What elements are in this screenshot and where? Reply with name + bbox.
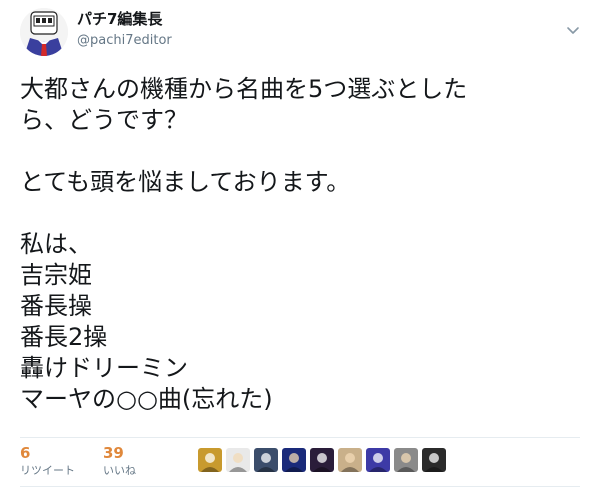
- liker-avatar-7-icon: [366, 448, 390, 472]
- author-avatar[interactable]: [20, 8, 68, 56]
- retweet-count-number: 6: [20, 444, 31, 462]
- liker-avatar[interactable]: [338, 448, 362, 472]
- tweet-text: 大都さんの機種から名曲を5つ選ぶとした ら、どうです？ とても頭を悩ましておりま…: [20, 75, 468, 413]
- liker-avatar[interactable]: [198, 448, 222, 472]
- liker-avatar-2-icon: [226, 448, 250, 472]
- liker-avatar-4-icon: [282, 448, 306, 472]
- like-count-number: 39: [103, 444, 124, 462]
- stats-divider-bottom: [20, 486, 580, 487]
- liker-avatar-8-icon: [394, 448, 418, 472]
- liker-avatar-1-icon: [198, 448, 222, 472]
- liker-avatar-9-icon: [422, 448, 446, 472]
- liker-avatar[interactable]: [254, 448, 278, 472]
- retweet-count-label: リツイート: [20, 464, 75, 477]
- liker-avatar-3-icon: [254, 448, 278, 472]
- liker-avatar[interactable]: [366, 448, 390, 472]
- liker-avatar[interactable]: [282, 448, 306, 472]
- liker-avatar[interactable]: [394, 448, 418, 472]
- liker-avatar[interactable]: [310, 448, 334, 472]
- author-display-name[interactable]: パチ7編集長: [77, 8, 162, 29]
- stats-divider-top: [20, 437, 580, 438]
- liker-avatar[interactable]: [226, 448, 250, 472]
- author-handle[interactable]: @pachi7editor: [77, 33, 172, 48]
- retweet-count[interactable]: 6 リツイート: [20, 444, 75, 479]
- like-count-label: いいね: [103, 464, 136, 477]
- liker-avatar-6-icon: [338, 448, 362, 472]
- liker-avatars: [198, 448, 446, 474]
- editor-avatar-icon: [20, 8, 68, 56]
- liker-avatar[interactable]: [422, 448, 446, 472]
- liker-avatar-5-icon: [310, 448, 334, 472]
- like-count[interactable]: 39 いいね: [103, 444, 136, 479]
- tweet-card: パチ7編集長 @pachi7editor 大都さんの機種から名曲を5つ選ぶとした…: [0, 0, 598, 491]
- chevron-down-icon[interactable]: [565, 22, 581, 38]
